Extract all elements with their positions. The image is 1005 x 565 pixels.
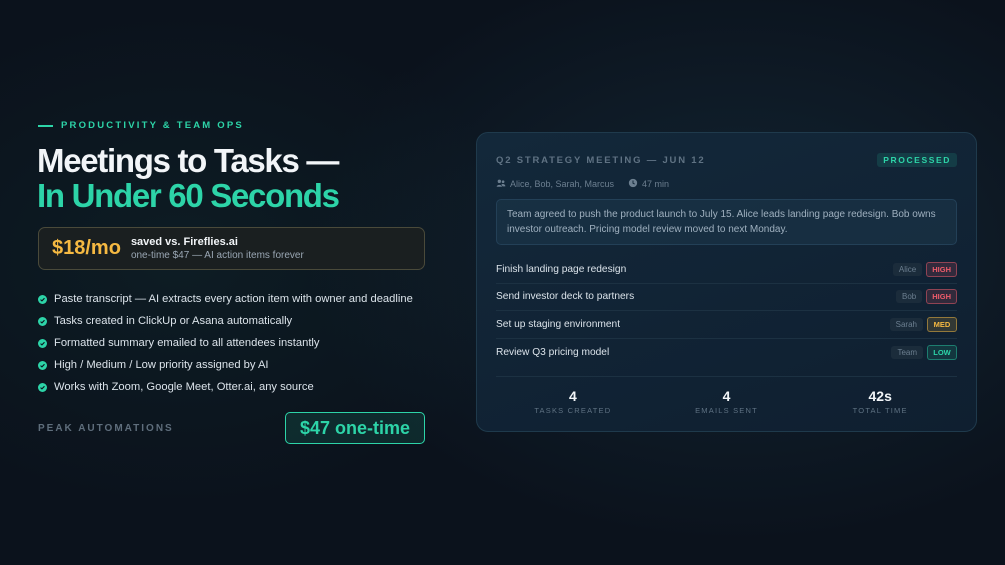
task-name: Send investor deck to partners <box>496 291 635 303</box>
card-header: Q2 STRATEGY MEETING — JUN 12 PROCESSED <box>496 153 957 167</box>
task-owner: Team <box>891 345 923 359</box>
check-circle-icon <box>38 382 47 392</box>
users-icon <box>496 178 506 190</box>
price-cta-button[interactable]: $47 one-time <box>285 412 425 444</box>
check-circle-icon <box>38 294 47 304</box>
meeting-card: Q2 STRATEGY MEETING — JUN 12 PROCESSED A… <box>476 132 977 432</box>
savings-line-2: one-time $47 — AI action items forever <box>130 250 304 261</box>
stat-label: TASKS CREATED <box>534 406 612 415</box>
headline-line-1: Meetings to Tasks — <box>37 142 339 179</box>
eyebrow-dash <box>38 124 53 127</box>
stat-value: 4 <box>568 388 577 404</box>
feature-text: Paste transcript — AI extracts every act… <box>54 293 413 305</box>
feature-item: Formatted summary emailed to all attende… <box>38 332 413 354</box>
feature-item: Paste transcript — AI extracts every act… <box>38 288 413 310</box>
task-name: Set up staging environment <box>496 318 621 330</box>
stat-tasks-created: 4 TASKS CREATED <box>496 388 650 416</box>
task-owner: Alice <box>892 262 923 276</box>
savings-price: $18/mo <box>52 237 121 259</box>
headline-line-2: In Under 60 Seconds <box>37 177 340 214</box>
attendees: Alice, Bob, Sarah, Marcus <box>510 179 615 189</box>
priority-badge: HIGH <box>926 289 957 305</box>
feature-text: High / Medium / Low priority assigned by… <box>54 359 269 371</box>
task-row[interactable]: Set up staging environment Sarah MED <box>496 311 957 339</box>
duration: 47 min <box>642 179 670 189</box>
task-owner: Sarah <box>889 317 923 331</box>
meeting-meta: Alice, Bob, Sarah, Marcus 47 min <box>496 178 669 190</box>
task-name: Finish landing page redesign <box>496 263 627 275</box>
feature-item: High / Medium / Low priority assigned by… <box>38 354 413 376</box>
task-name: Review Q3 pricing model <box>496 346 610 358</box>
eyebrow-text: PRODUCTIVITY & TEAM OPS <box>61 120 244 131</box>
feature-text: Works with Zoom, Google Meet, Otter.ai, … <box>54 381 314 393</box>
savings-box: $18/mo saved vs. Fireflies.ai one-time $… <box>38 227 425 270</box>
stat-total-time: 42s TOTAL TIME <box>803 388 957 416</box>
stat-value: 4 <box>722 388 731 404</box>
savings-line-1: saved vs. Fireflies.ai <box>130 236 238 248</box>
clock-icon <box>628 178 638 190</box>
task-list: Finish landing page redesign Alice HIGH … <box>496 256 957 366</box>
status-badge: PROCESSED <box>877 153 957 167</box>
stat-value: 42s <box>868 388 892 404</box>
feature-list: Paste transcript — AI extracts every act… <box>38 288 413 398</box>
eyebrow: PRODUCTIVITY & TEAM OPS <box>38 120 244 131</box>
priority-badge: MED <box>927 316 957 332</box>
stats-row: 4 TASKS CREATED 4 EMAILS SENT 42s TOTAL … <box>496 376 957 415</box>
meeting-summary: Team agreed to push the product launch t… <box>496 199 957 245</box>
priority-badge: HIGH <box>926 261 957 277</box>
meeting-title: Q2 STRATEGY MEETING — JUN 12 <box>496 154 706 166</box>
check-circle-icon <box>38 338 47 348</box>
feature-text: Formatted summary emailed to all attende… <box>54 337 320 349</box>
task-row[interactable]: Finish landing page redesign Alice HIGH <box>496 256 957 284</box>
task-row[interactable]: Review Q3 pricing model Team LOW <box>496 339 957 367</box>
feature-item: Works with Zoom, Google Meet, Otter.ai, … <box>38 376 413 398</box>
priority-badge: LOW <box>927 344 957 360</box>
feature-text: Tasks created in ClickUp or Asana automa… <box>54 315 293 327</box>
task-owner: Bob <box>896 290 923 304</box>
savings-text: saved vs. Fireflies.ai one-time $47 — AI… <box>131 236 304 261</box>
brand-name: PEAK AUTOMATIONS <box>38 423 174 434</box>
feature-item: Tasks created in ClickUp or Asana automa… <box>38 310 413 332</box>
stat-emails-sent: 4 EMAILS SENT <box>650 388 804 416</box>
stat-label: TOTAL TIME <box>852 406 908 415</box>
check-circle-icon <box>38 360 47 370</box>
task-row[interactable]: Send investor deck to partners Bob HIGH <box>496 284 957 311</box>
check-circle-icon <box>38 316 47 326</box>
headline: Meetings to Tasks — In Under 60 Seconds <box>37 142 340 214</box>
stat-label: EMAILS SENT <box>695 406 758 415</box>
